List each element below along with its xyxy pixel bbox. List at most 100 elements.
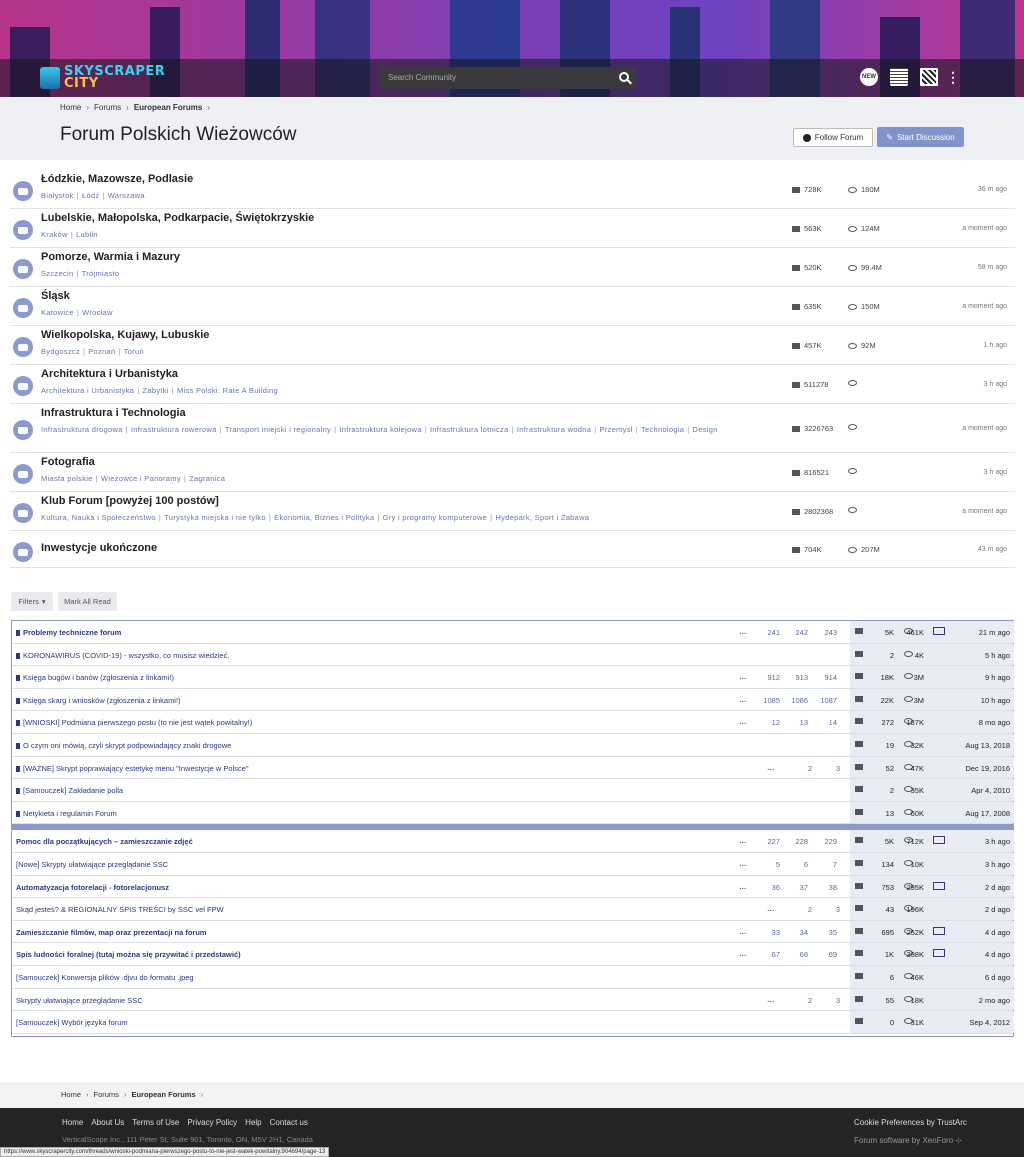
page-link[interactable]: 2	[790, 905, 812, 914]
subforum-child-link[interactable]: Zagranica	[189, 474, 225, 483]
subforum-child-link[interactable]: Gry i programy komputerowe	[383, 513, 488, 522]
page-link[interactable]: 34	[786, 928, 808, 937]
page-link[interactable]: 243	[815, 628, 837, 637]
thread-title[interactable]: [WAŻNE] Skrypt poprawiający estetykę men…	[16, 764, 249, 773]
last-post-time[interactable]: 10 h ago	[981, 696, 1010, 705]
thread-title[interactable]: O czym oni mówią, czyli skrypt podpowiad…	[16, 741, 231, 750]
last-post-time[interactable]: 9 h ago	[985, 673, 1010, 682]
page-link[interactable]: 227	[758, 837, 780, 846]
envelope-icon[interactable]	[933, 926, 945, 935]
subforum-child-link[interactable]: Ekonomia, Biznes i Polityka	[274, 513, 374, 522]
page-link[interactable]: 13	[786, 718, 808, 727]
subforum-title[interactable]: Pomorze, Warmia i Mazury	[41, 251, 180, 263]
last-post-time[interactable]: 3 h ago	[985, 837, 1010, 846]
subforum-child-link[interactable]: Turystyka miejska i nie tylko	[164, 513, 266, 522]
subforum-child-link[interactable]: Infrastruktura rowerowa	[131, 425, 217, 434]
last-post-time[interactable]: a moment ago	[962, 425, 1007, 432]
thread-title[interactable]: [Samouczek] Konwersja plików .djvu do fo…	[16, 973, 194, 982]
last-post-time[interactable]: Apr 4, 2010	[971, 786, 1010, 795]
page-link[interactable]: 33	[758, 928, 780, 937]
last-post-time[interactable]: 1 h ago	[984, 342, 1007, 349]
last-post-time[interactable]: 5 h ago	[985, 651, 1010, 660]
breadcrumb-home[interactable]: Home	[60, 103, 81, 112]
subforum-title[interactable]: Łódzkie, Mazowsze, Podlasie	[41, 173, 193, 185]
new-posts-icon[interactable]: NEW	[860, 68, 878, 86]
subforum-child-link[interactable]: Zabytki	[143, 386, 169, 395]
start-discussion-button[interactable]: ✎ Start Discussion	[877, 127, 964, 147]
thread-title[interactable]: Księga skarg i wniosków (zgłoszenia z li…	[16, 696, 181, 705]
page-link[interactable]: 229	[815, 837, 837, 846]
thread-title[interactable]: Spis ludności foralnej (tutaj można się …	[16, 950, 241, 959]
last-post-time[interactable]: 6 d ago	[985, 973, 1010, 982]
subforum-row[interactable]: Klub Forum [powyżej 100 postów] Kultura, …	[10, 492, 1015, 531]
qr-code-icon[interactable]	[920, 68, 938, 86]
page-link[interactable]: 2	[790, 764, 812, 773]
footer-breadcrumb-european-forums[interactable]: European Forums	[131, 1090, 195, 1099]
subforum-row[interactable]: Architektura i Urbanistyka Architektura i…	[10, 365, 1015, 404]
sticky-thread-row[interactable]: KORONAWIRUS (COVID-19) - wszystko, co mu…	[12, 643, 1014, 667]
last-post-time[interactable]: a moment ago	[962, 508, 1007, 515]
subforum-row[interactable]: Łódzkie, Mazowsze, Podlasie Białystok | Łód…	[10, 170, 1015, 209]
subforum-title[interactable]: Architektura i Urbanistyka	[41, 368, 178, 380]
subforum-title[interactable]: Inwestycje ukończone	[41, 542, 157, 554]
thread-row[interactable]: Pomoc dla początkujących – zamieszczanie…	[12, 830, 1014, 853]
page-link[interactable]: 38	[815, 883, 837, 892]
mark-all-read-button[interactable]: Mark All Read	[58, 592, 117, 611]
thread-row[interactable]: Skąd jesteś? & REGIONALNY SPIS TREŚCI by…	[12, 898, 1014, 921]
subforum-title[interactable]: Śląsk	[41, 290, 70, 302]
last-post-time[interactable]: 8 mo ago	[979, 718, 1010, 727]
subforum-child-link[interactable]: Warszawa	[108, 191, 145, 200]
subforum-title[interactable]: Infrastruktura i Technologia	[41, 407, 186, 419]
site-logo[interactable]: SKYSCRAPER CITY	[40, 64, 165, 92]
sticky-thread-row[interactable]: [Samouczek] Zakładanie polla 2 35K Apr 4, 2…	[12, 779, 1014, 802]
last-post-time[interactable]: Sep 4, 2012	[970, 1018, 1010, 1027]
subforum-row[interactable]: Inwestycje ukończone 704K 207M 43 m ago	[10, 531, 1015, 568]
page-link[interactable]: 3	[818, 905, 840, 914]
last-post-time[interactable]: 43 m ago	[978, 546, 1007, 553]
subforum-title[interactable]: Klub Forum [powyżej 100 postów]	[41, 495, 219, 507]
page-link[interactable]: 69	[815, 950, 837, 959]
page-link[interactable]: 14	[815, 718, 837, 727]
last-post-time[interactable]: 36 m ago	[978, 186, 1007, 193]
footer-link-help[interactable]: Help	[245, 1118, 261, 1127]
subforum-row[interactable]: Fotografia Miasta polskie | Wieżowce i Pano…	[10, 453, 1015, 492]
thread-title[interactable]: Skąd jesteś? & REGIONALNY SPIS TREŚCI by…	[16, 905, 224, 914]
subforum-row[interactable]: Wielkopolska, Kujawy, Lubuskie Bydgoszcz |…	[10, 326, 1015, 365]
last-post-time[interactable]: a moment ago	[962, 225, 1007, 232]
last-post-time[interactable]: Dec 19, 2016	[965, 764, 1010, 773]
subforum-child-link[interactable]: Infrastruktura drogowa	[41, 425, 123, 434]
subforum-child-link[interactable]: Łódź	[82, 191, 99, 200]
thread-row[interactable]: Automatyzacja fotorelacji - fotorelacjon…	[12, 875, 1014, 899]
subforum-row[interactable]: Śląsk Katowice | Wrocław 635K 150M a moment ag…	[10, 287, 1015, 326]
footer-link-contact[interactable]: Contact us	[270, 1118, 308, 1127]
envelope-icon[interactable]	[933, 881, 945, 890]
subforum-child-link[interactable]: Miasta polskie	[41, 474, 93, 483]
sticky-thread-row[interactable]: Problemy techniczne forum … 241 242 243 5K 461…	[12, 621, 1014, 644]
last-post-time[interactable]: 2 d ago	[985, 883, 1010, 892]
subforum-child-link[interactable]: Toruń	[124, 347, 144, 356]
sticky-thread-row[interactable]: Księga skarg i wniosków (zgłoszenia z li…	[12, 688, 1014, 712]
thread-title[interactable]: [Nowe] Skrypty ułatwiające przeglądanie …	[16, 860, 168, 869]
subforum-row[interactable]: Infrastruktura i Technologia Infrastruktu…	[10, 404, 1015, 453]
page-link[interactable]: 241	[758, 628, 780, 637]
sticky-thread-row[interactable]: [WNIOSKI] Podmiana pierwszego postu (to …	[12, 711, 1014, 734]
page-link[interactable]: 1087	[815, 696, 837, 705]
search-icon[interactable]	[619, 72, 629, 82]
thread-title[interactable]: KORONAWIRUS (COVID-19) - wszystko, co mu…	[16, 651, 229, 660]
thread-title[interactable]: Księga bugów i banów (zgłoszenia z linka…	[16, 673, 174, 682]
footer-link-home[interactable]: Home	[62, 1118, 83, 1127]
last-post-time[interactable]: a moment ago	[962, 303, 1007, 310]
page-link[interactable]: 12	[758, 718, 780, 727]
subforum-child-link[interactable]: Technologia	[641, 425, 684, 434]
last-post-time[interactable]: 2 d ago	[985, 905, 1010, 914]
page-link[interactable]: 36	[758, 883, 780, 892]
page-link[interactable]: 913	[786, 673, 808, 682]
page-link[interactable]: 37	[786, 883, 808, 892]
sticky-thread-row[interactable]: O czym oni mówią, czyli skrypt podpowiad…	[12, 733, 1014, 757]
breadcrumb-european-forums[interactable]: European Forums	[134, 103, 202, 112]
last-post-time[interactable]: 3 h ago	[984, 469, 1007, 476]
thread-title[interactable]: Automatyzacja fotorelacji - fotorelacjon…	[16, 883, 169, 892]
thread-row[interactable]: [Samouczek] Wybór języka forum 0 31K Sep 4,…	[12, 1011, 1014, 1034]
subforum-child-link[interactable]: Kultura, Nauka i Społeczeństwo	[41, 513, 156, 522]
thread-row[interactable]: [Samouczek] Konwersja plików .djvu do fo…	[12, 965, 1014, 989]
